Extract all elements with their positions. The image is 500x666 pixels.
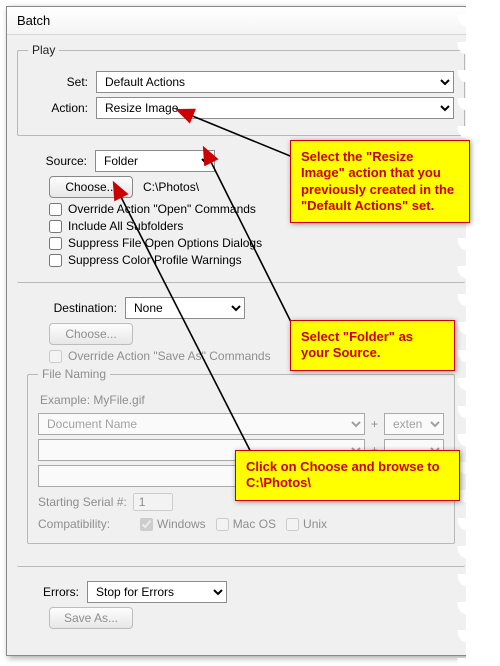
callout-source: Select "Folder" as your Source. [290, 320, 455, 371]
file-naming-legend: File Naming [38, 367, 110, 381]
errors-label: Errors: [27, 585, 79, 599]
naming-token-2: extension [384, 413, 444, 435]
dialog-title: Batch [7, 7, 475, 35]
override-open-label: Override Action "Open" Commands [68, 202, 256, 216]
example-label: Example: [40, 393, 90, 407]
source-dropdown[interactable]: Folder [95, 150, 215, 172]
suppress-open-dialogs-label: Suppress File Open Options Dialogs [68, 236, 262, 250]
compat-label: Compatibility: [38, 517, 130, 531]
set-label: Set: [28, 75, 88, 89]
source-choose-button[interactable]: Choose... [49, 176, 133, 198]
errors-group: Errors: Stop for Errors Save As... [17, 577, 465, 645]
naming-token-1: Document Name [38, 413, 365, 435]
action-label: Action: [28, 101, 88, 115]
action-dropdown[interactable]: Resize Image [96, 97, 454, 119]
override-saveas-label: Override Action "Save As" Commands [68, 349, 271, 363]
include-subfolders-label: Include All Subfolders [68, 219, 183, 233]
compat-unix-checkbox [286, 518, 299, 531]
source-label: Source: [27, 154, 87, 168]
destination-label: Destination: [27, 301, 117, 315]
source-path: C:\Photos\ [143, 180, 199, 194]
include-subfolders-checkbox[interactable] [49, 220, 62, 233]
torn-edge-decoration [466, 0, 500, 666]
save-as-button[interactable]: Save As... [49, 607, 133, 629]
serial-input [133, 493, 173, 511]
set-dropdown[interactable]: Default Actions [96, 71, 454, 93]
callout-action: Select the "Resize Image" action that yo… [290, 140, 470, 223]
suppress-color-warnings-label: Suppress Color Profile Warnings [68, 253, 242, 267]
destination-dropdown[interactable]: None [125, 297, 245, 319]
plus-icon: + [371, 417, 378, 431]
compat-mac-label: Mac OS [233, 517, 276, 531]
compat-windows-checkbox [140, 518, 153, 531]
compat-windows-label: Windows [157, 517, 206, 531]
override-saveas-checkbox [49, 350, 62, 363]
play-legend: Play [28, 43, 59, 57]
suppress-open-dialogs-checkbox[interactable] [49, 237, 62, 250]
suppress-color-warnings-checkbox[interactable] [49, 254, 62, 267]
compat-mac-checkbox [216, 518, 229, 531]
destination-choose-button[interactable]: Choose... [49, 323, 133, 345]
callout-choose: Click on Choose and browse to C:\Photos\ [235, 450, 460, 501]
play-group: Play Set: Default Actions Action: Resize… [17, 43, 465, 136]
override-open-checkbox[interactable] [49, 203, 62, 216]
errors-dropdown[interactable]: Stop for Errors [87, 581, 227, 603]
compat-unix-label: Unix [303, 517, 327, 531]
serial-label: Starting Serial #: [38, 495, 127, 509]
example-value: MyFile.gif [93, 393, 144, 407]
